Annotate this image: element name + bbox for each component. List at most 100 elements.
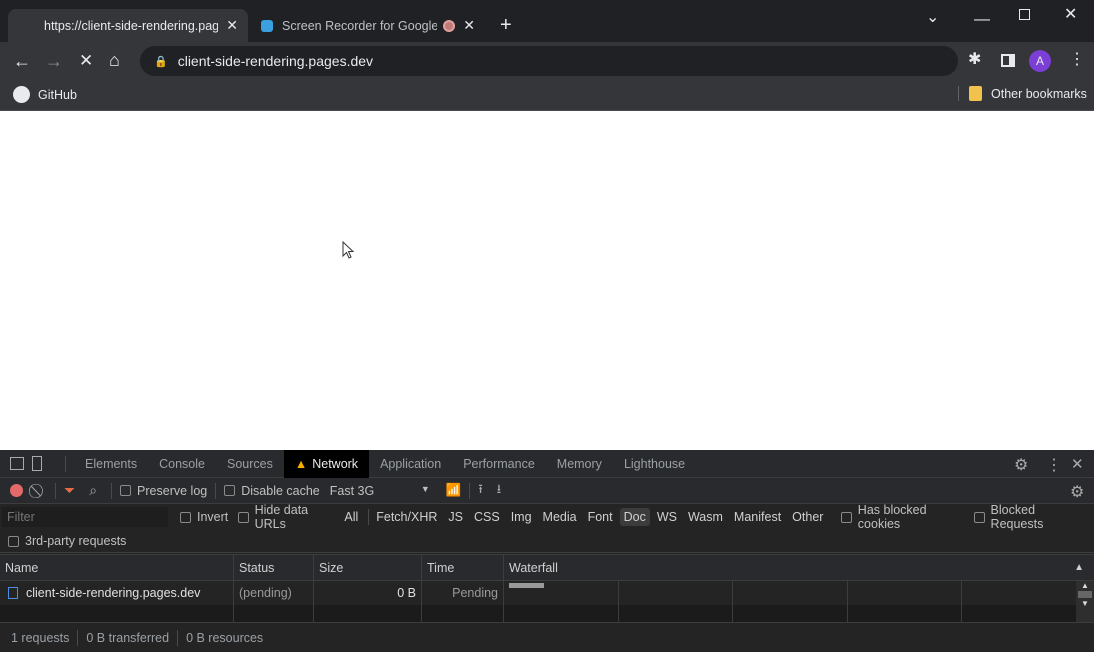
screen-recorder-favicon-icon	[261, 20, 273, 32]
bookmark-github[interactable]: GitHub	[13, 86, 77, 103]
column-header-waterfall[interactable]: Waterfall ▲	[504, 555, 1094, 581]
bookmark-label: Other bookmarks	[991, 86, 1087, 101]
chevron-down-icon: ▼	[420, 483, 430, 494]
page-content	[0, 111, 1094, 450]
folder-icon	[969, 86, 982, 101]
status-bar: 1 requests 0 B transferred 0 B resources	[0, 622, 1094, 652]
devtools-more-icon[interactable]: ⋮	[1046, 455, 1062, 475]
tab-network[interactable]: ▲ Network	[283, 449, 370, 478]
request-count: 1 requests	[11, 630, 70, 645]
has-blocked-cookies-checkbox[interactable]: Has blocked cookies	[841, 503, 964, 531]
bookmark-label: GitHub	[38, 87, 77, 102]
column-header-name[interactable]: Name	[0, 555, 234, 581]
scroll-up-icon[interactable]: ▲	[1076, 581, 1094, 590]
disable-cache-checkbox[interactable]: Disable cache	[224, 484, 320, 498]
throttle-value: Fast 3G	[329, 483, 375, 498]
close-tab-icon[interactable]: ✕	[226, 17, 238, 34]
avatar[interactable]: A	[1029, 50, 1051, 72]
devtools-panel: Elements Console Sources ▲ Network Applic…	[0, 449, 1094, 652]
filter-type-img[interactable]: Img	[507, 508, 536, 526]
scroll-thumb[interactable]	[1078, 591, 1092, 598]
invert-checkbox[interactable]: Invert	[180, 510, 228, 524]
devtools-settings-icon[interactable]: ⚙	[1014, 455, 1028, 475]
request-name: client-side-rendering.pages.dev	[26, 586, 201, 600]
inspect-element-icon[interactable]	[10, 457, 24, 470]
requests-table: Name Status Size Time Waterfall ▲ client-…	[0, 554, 1094, 623]
filter-type-css[interactable]: CSS	[470, 508, 504, 526]
filter-type-font[interactable]: Font	[584, 508, 617, 526]
column-header-status[interactable]: Status	[234, 555, 314, 581]
back-icon[interactable]: ←	[13, 52, 31, 70]
blocked-requests-checkbox[interactable]: Blocked Requests	[974, 503, 1084, 531]
filter-type-doc[interactable]: Doc	[619, 508, 650, 526]
cell-size: 0 B	[314, 581, 422, 623]
filter-type-fetch-xhr[interactable]: Fetch/XHR	[372, 508, 441, 526]
filter-type-other[interactable]: Other	[788, 508, 827, 526]
filter-type-wasm[interactable]: Wasm	[684, 508, 727, 526]
header-label: Waterfall	[509, 561, 558, 575]
checkbox-label: Hide data URLs	[254, 503, 309, 531]
forward-icon[interactable]: →	[45, 52, 63, 70]
home-icon[interactable]: ⌂	[109, 51, 120, 69]
preserve-log-checkbox[interactable]: Preserve log	[120, 484, 207, 498]
checkbox-label: Has blocked cookies	[857, 503, 927, 531]
filter-type-ws[interactable]: WS	[653, 508, 681, 526]
third-party-checkbox[interactable]: 3rd-party requests	[8, 534, 126, 548]
maximize-icon[interactable]	[1019, 9, 1030, 20]
cell-name[interactable]: client-side-rendering.pages.dev	[0, 581, 234, 623]
tab-performance[interactable]: Performance	[452, 450, 546, 478]
stop-loading-icon[interactable]: ✕	[79, 52, 93, 69]
title-bar: https://client-side-rendering.pages.dev …	[0, 0, 1094, 42]
third-party-row: 3rd-party requests	[0, 530, 1094, 553]
throttle-select[interactable]: Fast 3G ▼	[330, 484, 430, 498]
filter-type-js[interactable]: JS	[444, 508, 467, 526]
cell-waterfall	[504, 581, 1076, 623]
devtools-tabs: Elements Console Sources ▲ Network Applic…	[0, 449, 1094, 478]
filter-input[interactable]	[2, 507, 168, 527]
column-header-size[interactable]: Size	[314, 555, 422, 581]
tab-memory[interactable]: Memory	[546, 450, 613, 478]
cell-time: Pending	[422, 581, 504, 623]
close-tab-icon[interactable]: ✕	[463, 17, 475, 34]
filter-type-all[interactable]: All	[340, 508, 362, 526]
filter-type-media[interactable]: Media	[539, 508, 581, 526]
address-bar[interactable]: 🔒 client-side-rendering.pages.dev	[140, 46, 958, 76]
checkbox-label: Preserve log	[137, 483, 208, 498]
tab-application[interactable]: Application	[369, 450, 452, 478]
device-toolbar-icon[interactable]	[32, 456, 42, 471]
tab-sources[interactable]: Sources	[216, 450, 284, 478]
waterfall-bar	[509, 583, 544, 588]
side-panel-icon[interactable]	[1001, 54, 1015, 67]
tab-lighthouse[interactable]: Lighthouse	[613, 450, 696, 478]
mouse-cursor-icon	[342, 241, 355, 259]
close-devtools-icon[interactable]: ✕	[1071, 455, 1084, 473]
warning-icon: ▲	[294, 456, 308, 471]
document-icon	[8, 587, 18, 599]
tab-elements[interactable]: Elements	[74, 450, 148, 478]
search-icon[interactable]: ⌕	[89, 482, 97, 499]
import-har-icon[interactable]: ⭱	[478, 480, 482, 501]
column-header-time[interactable]: Time	[422, 555, 504, 581]
tab-search-chevron-icon[interactable]: ⌄	[926, 10, 939, 26]
hide-data-urls-checkbox[interactable]: Hide data URLs	[238, 503, 336, 531]
close-window-icon[interactable]: ✕	[1064, 7, 1077, 23]
minimize-icon[interactable]: —	[974, 12, 990, 28]
other-bookmarks[interactable]: Other bookmarks	[958, 86, 1087, 101]
network-conditions-icon[interactable]: 📶	[446, 483, 462, 498]
network-settings-icon[interactable]: ⚙	[1070, 482, 1084, 502]
new-tab-icon[interactable]: +	[500, 15, 512, 35]
network-toolbar: ⃠ ⏷ ⌕ Preserve log Disable cache Fast 3G…	[0, 478, 1094, 504]
tab-console[interactable]: Console	[148, 450, 216, 478]
scrollbar[interactable]: ▲ ▼	[1076, 581, 1094, 623]
checkbox-label: Disable cache	[241, 483, 320, 498]
tab-active[interactable]: https://client-side-rendering.pages.dev …	[8, 9, 248, 42]
extensions-icon[interactable]: ✱	[968, 52, 981, 68]
filter-type-manifest[interactable]: Manifest	[730, 508, 785, 526]
record-icon[interactable]	[10, 484, 23, 497]
checkbox-label: Blocked Requests	[990, 503, 1044, 531]
scroll-down-icon[interactable]: ▼	[1076, 599, 1094, 608]
menu-icon[interactable]: ⋮	[1069, 52, 1085, 68]
filter-icon[interactable]: ⏷	[64, 482, 75, 499]
tab-screen-recorder[interactable]: Screen Recorder for Google Chrome ✕	[250, 9, 485, 42]
export-har-icon[interactable]: ⭳	[497, 480, 501, 501]
